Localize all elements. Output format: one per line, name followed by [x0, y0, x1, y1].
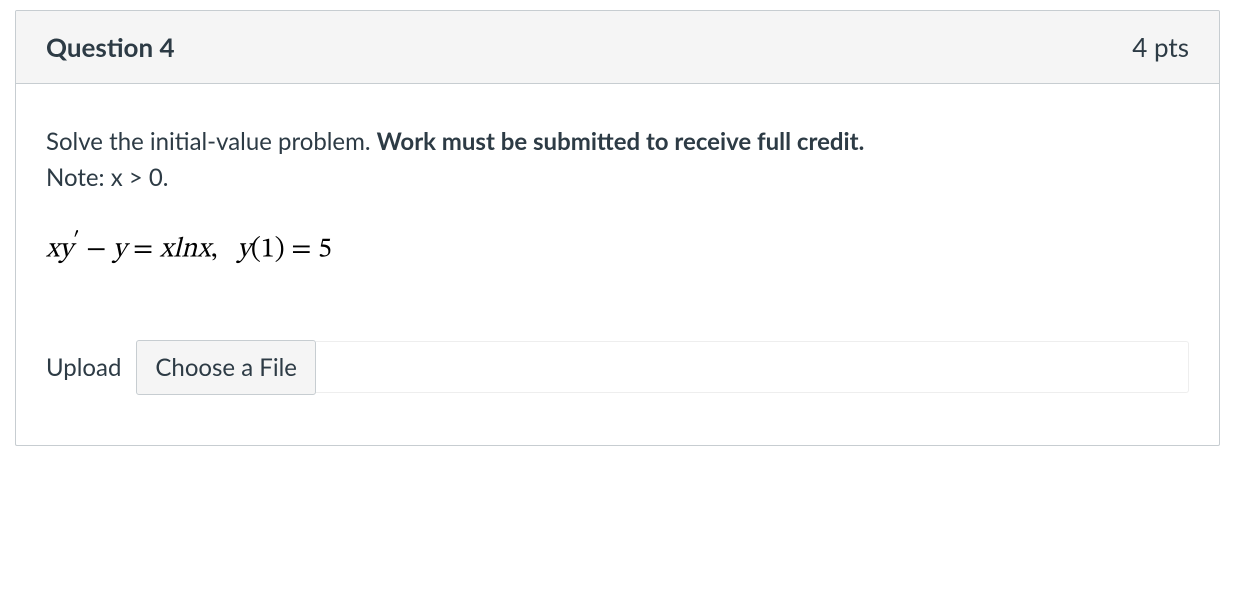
prompt-line-2: Note: x > 0.: [46, 163, 168, 192]
upload-row: Upload Choose a File: [46, 340, 1189, 395]
question-title: Question 4: [46, 31, 175, 63]
question-body: Solve the initial-value problem. Work mu…: [16, 84, 1219, 445]
equation: xy′ − y = xlnx, y(1) = 5: [46, 226, 1189, 270]
file-display[interactable]: [316, 341, 1189, 393]
upload-label: Upload: [46, 353, 121, 382]
choose-file-button[interactable]: Choose a File: [136, 340, 316, 395]
question-card: Question 4 4 pts Solve the initial-value…: [15, 10, 1220, 446]
prompt-line-1b: Work must be submitted to receive full c…: [377, 127, 865, 156]
question-points: 4 pts: [1132, 31, 1189, 63]
prompt-line-1a: Solve the initial-value problem.: [46, 127, 377, 156]
question-prompt: Solve the initial-value problem. Work mu…: [46, 124, 1189, 196]
question-header: Question 4 4 pts: [16, 11, 1219, 84]
